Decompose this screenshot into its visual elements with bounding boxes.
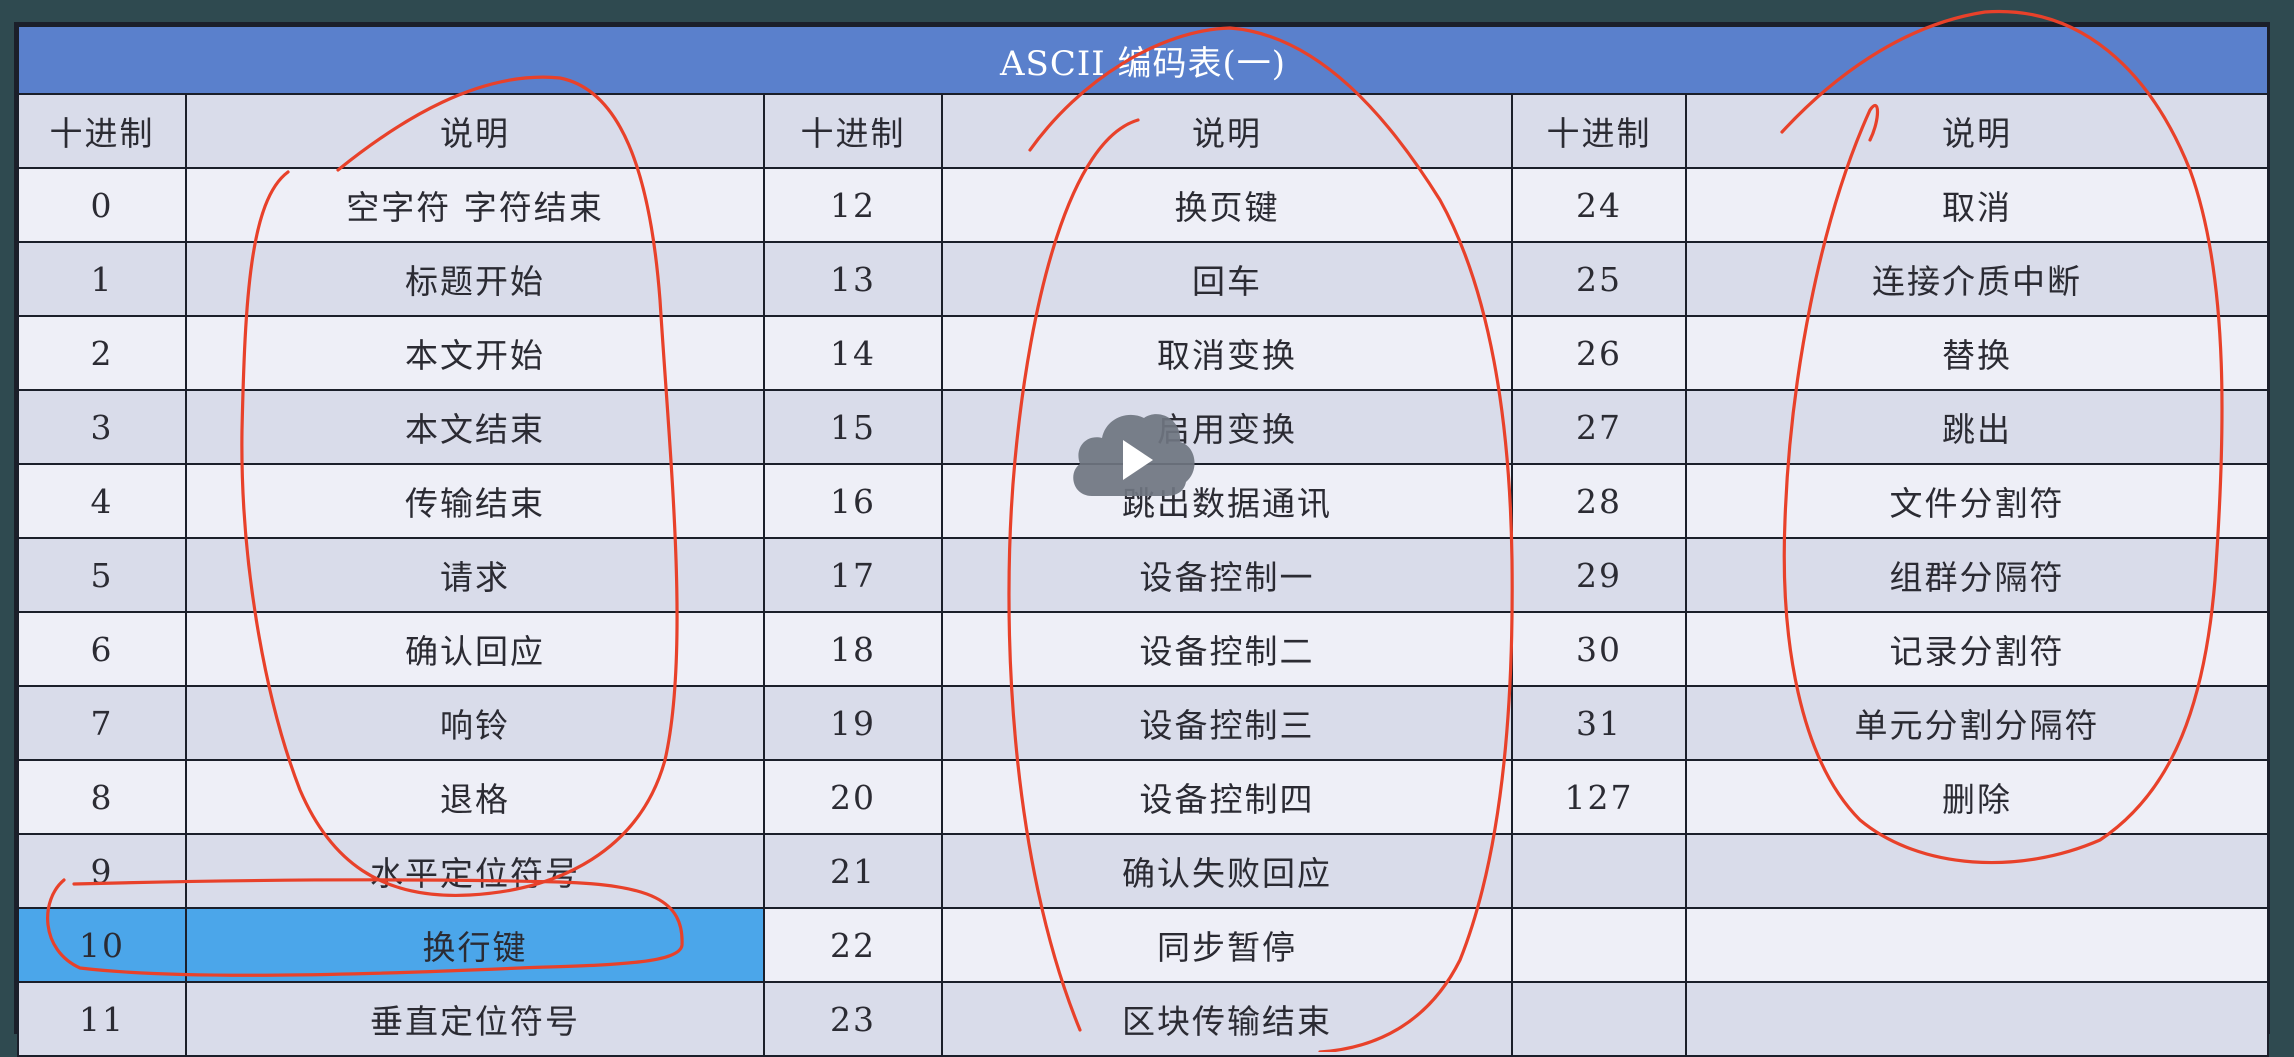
desc-cell-3: 组群分隔符 (1684, 537, 2270, 613)
desc-cell-2: 确认失败回应 (941, 833, 1513, 909)
table-row: 5 请求 17 设备控制一 29 组群分隔符 (17, 537, 2270, 613)
desc-cell-2: 取消变换 (941, 315, 1513, 391)
decimal-cell-3 (1511, 981, 1687, 1057)
table-row: 0 空字符 字符结束 12 换页键 24 取消 (17, 167, 2270, 243)
decimal-cell-1: 5 (17, 537, 187, 613)
desc-cell-2: 换页键 (941, 167, 1513, 243)
decimal-cell-3: 29 (1511, 537, 1687, 613)
decimal-cell-2: 16 (763, 463, 943, 539)
decimal-cell-1: 7 (17, 685, 187, 761)
desc-cell-2: 同步暂停 (941, 907, 1513, 983)
desc-cell-3: 取消 (1684, 167, 2270, 243)
decimal-cell-3 (1511, 833, 1687, 909)
decimal-cell-1: 3 (17, 389, 187, 465)
desc-cell-3 (1684, 907, 2270, 983)
desc-cell-3: 记录分割符 (1684, 611, 2270, 687)
desc-cell-3: 文件分割符 (1684, 463, 2270, 539)
desc-cell-3 (1684, 981, 2270, 1057)
play-button[interactable] (1068, 408, 1198, 504)
desc-cell-2: 设备控制四 (941, 759, 1513, 835)
decimal-cell-2: 12 (763, 167, 943, 243)
desc-cell-1: 响铃 (185, 685, 765, 761)
decimal-cell-1: 2 (17, 315, 187, 391)
decimal-cell-3: 26 (1511, 315, 1687, 391)
desc-cell-1: 请求 (185, 537, 765, 613)
table-row: 2 本文开始 14 取消变换 26 替换 (17, 315, 2270, 391)
decimal-cell-2: 21 (763, 833, 943, 909)
decimal-cell-2: 13 (763, 241, 943, 317)
header-desc-3: 说明 (1684, 93, 2270, 169)
decimal-cell-2: 23 (763, 981, 943, 1057)
decimal-cell-1: 11 (17, 981, 187, 1057)
decimal-cell-1: 10 (17, 907, 187, 983)
play-icon (1073, 414, 1195, 496)
desc-cell-1: 换行键 (185, 907, 765, 983)
decimal-cell-1: 8 (17, 759, 187, 835)
table-row: 7 响铃 19 设备控制三 31 单元分割分隔符 (17, 685, 2270, 761)
decimal-cell-1: 1 (17, 241, 187, 317)
decimal-cell-2: 20 (763, 759, 943, 835)
decimal-cell-1: 0 (17, 167, 187, 243)
header-decimal-2: 十进制 (763, 93, 943, 169)
desc-cell-3 (1684, 833, 2270, 909)
decimal-cell-3: 30 (1511, 611, 1687, 687)
desc-cell-1: 垂直定位符号 (185, 981, 765, 1057)
decimal-cell-3: 127 (1511, 759, 1687, 835)
desc-cell-1: 空字符 字符结束 (185, 167, 765, 243)
decimal-cell-2: 14 (763, 315, 943, 391)
decimal-cell-2: 22 (763, 907, 943, 983)
desc-cell-2: 设备控制二 (941, 611, 1513, 687)
table-row: 11 垂直定位符号 23 区块传输结束 (17, 981, 2270, 1057)
desc-cell-1: 退格 (185, 759, 765, 835)
decimal-cell-2: 19 (763, 685, 943, 761)
decimal-cell-1: 9 (17, 833, 187, 909)
header-row: 十进制 说明 十进制 说明 十进制 说明 (17, 93, 2270, 169)
table-row: 8 退格 20 设备控制四 127 删除 (17, 759, 2270, 835)
title-row: ASCII 编码表(一) (16, 25, 2270, 95)
decimal-cell-1: 6 (17, 611, 187, 687)
header-decimal-1: 十进制 (17, 93, 187, 169)
decimal-cell-3: 24 (1511, 167, 1687, 243)
decimal-cell-2: 18 (763, 611, 943, 687)
table-row: 6 确认回应 18 设备控制二 30 记录分割符 (17, 611, 2270, 687)
decimal-cell-3: 27 (1511, 389, 1687, 465)
ascii-table: ASCII 编码表(一) 十进制 说明 十进制 说明 十进制 说明 0 空字符 字… (16, 25, 2270, 1057)
decimal-cell-2: 15 (763, 389, 943, 465)
table-title: ASCII 编码表(一) (16, 25, 2270, 95)
decimal-cell-2: 17 (763, 537, 943, 613)
desc-cell-2: 启用变换 (941, 389, 1513, 465)
desc-cell-1: 水平定位符号 (185, 833, 765, 909)
decimal-cell-1: 4 (17, 463, 187, 539)
decimal-cell-3: 25 (1511, 241, 1687, 317)
decimal-cell-3: 31 (1511, 685, 1687, 761)
desc-cell-3: 替换 (1684, 315, 2270, 391)
desc-cell-1: 传输结束 (185, 463, 765, 539)
desc-cell-1: 本文开始 (185, 315, 765, 391)
desc-cell-2: 设备控制一 (941, 537, 1513, 613)
desc-cell-3: 连接介质中断 (1684, 241, 2270, 317)
desc-cell-3: 删除 (1684, 759, 2270, 835)
desc-cell-3: 跳出 (1684, 389, 2270, 465)
desc-cell-3: 单元分割分隔符 (1684, 685, 2270, 761)
desc-cell-2: 跳出数据通讯 (941, 463, 1513, 539)
header-desc-2: 说明 (941, 93, 1513, 169)
slide-frame: ASCII 编码表(一) 十进制 说明 十进制 说明 十进制 说明 0 空字符 字… (14, 22, 2270, 1057)
header-desc-1: 说明 (185, 93, 765, 169)
header-decimal-3: 十进制 (1511, 93, 1687, 169)
desc-cell-2: 区块传输结束 (941, 981, 1513, 1057)
desc-cell-1: 本文结束 (185, 389, 765, 465)
decimal-cell-3 (1511, 907, 1687, 983)
decimal-cell-3: 28 (1511, 463, 1687, 539)
table-row: 10 换行键 22 同步暂停 (17, 907, 2270, 983)
desc-cell-2: 设备控制三 (941, 685, 1513, 761)
desc-cell-2: 回车 (941, 241, 1513, 317)
table-row: 1 标题开始 13 回车 25 连接介质中断 (17, 241, 2270, 317)
desc-cell-1: 确认回应 (185, 611, 765, 687)
table-row: 9 水平定位符号 21 确认失败回应 (17, 833, 2270, 909)
desc-cell-1: 标题开始 (185, 241, 765, 317)
